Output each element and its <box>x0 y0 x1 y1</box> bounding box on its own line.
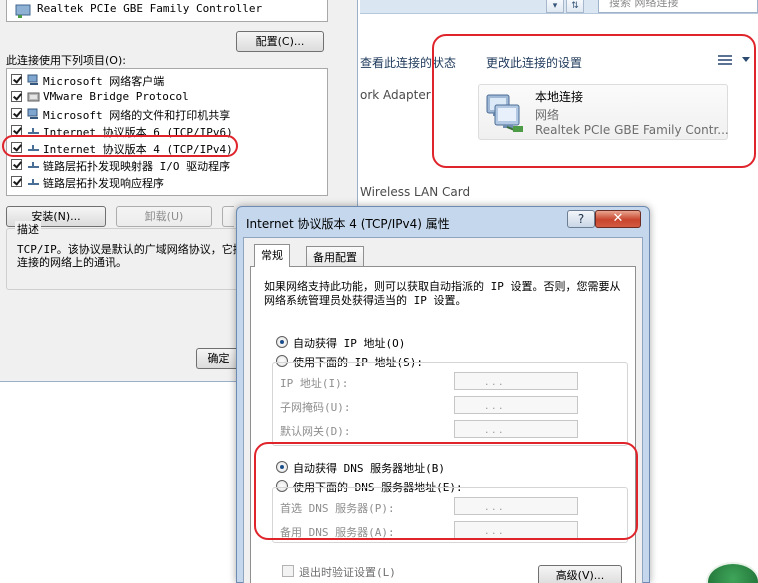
client-icon <box>27 74 38 85</box>
device-box: Realtek PCIe GBE Family Controller <box>6 0 328 22</box>
description-title: 描述 <box>15 221 41 237</box>
adapter-label: ork Adapter <box>360 88 431 102</box>
dropdown-icon[interactable]: ▾ <box>546 0 564 13</box>
intro-text: 如果网络支持此功能，则可以获取自动指派的 IP 设置。否则，您需要从网络系统管理… <box>264 280 621 307</box>
ok-button[interactable]: 确定 <box>196 348 240 369</box>
items-label: 此连接使用下列项目(O): <box>6 54 126 67</box>
items-list[interactable]: Microsoft 网络客户端 VMware Bridge Protocol M… <box>6 68 328 196</box>
checkbox-checked[interactable] <box>11 74 22 85</box>
list-item[interactable]: Microsoft 网络的文件和打印机共享 <box>11 105 321 122</box>
checkbox-checked[interactable] <box>11 108 22 119</box>
list-item[interactable]: 链路层拓扑发现响应程序 <box>11 173 321 190</box>
highlight-oval-settings <box>432 34 756 168</box>
tab-general[interactable]: 常规 <box>254 244 290 267</box>
tab-alternate[interactable]: 备用配置 <box>306 246 364 266</box>
list-item[interactable]: Microsoft 网络客户端 <box>11 71 321 88</box>
auto-ip-radio[interactable]: 自动获得 IP 地址(O) <box>276 335 476 350</box>
search-input[interactable]: 搜索 网络连接 <box>598 0 758 13</box>
checkbox-checked[interactable] <box>11 159 22 170</box>
protocol-icon <box>28 162 39 168</box>
close-button[interactable]: ✕ <box>595 210 641 228</box>
checkbox-unchecked[interactable] <box>282 565 294 577</box>
properties-button-partial[interactable] <box>222 206 234 227</box>
protocol-icon <box>28 179 39 185</box>
ip-address-label: IP 地址(I): <box>280 377 349 390</box>
network-card-icon <box>15 4 31 18</box>
highlight-oval-ipv4 <box>2 135 238 157</box>
help-button[interactable]: ? <box>567 210 595 228</box>
highlight-oval-dns <box>254 442 638 540</box>
device-name: Realtek PCIe GBE Family Controller <box>37 2 263 15</box>
configure-button[interactable]: 配置(C)... <box>236 31 324 52</box>
radio-selected[interactable] <box>276 336 288 348</box>
uninstall-button[interactable]: 卸载(U) <box>116 206 212 227</box>
ip-address-input[interactable]: . . . <box>454 372 578 390</box>
subnet-mask-label: 子网掩码(U): <box>280 401 351 414</box>
gateway-label: 默认网关(D): <box>280 425 351 438</box>
explorer-address-bar: ▾ ⇅ 搜索 网络连接 <box>360 0 758 14</box>
refresh-icon[interactable]: ⇅ <box>566 0 584 13</box>
validate-on-exit-checkbox[interactable]: 退出时验证设置(L) <box>282 564 442 579</box>
protocol-icon <box>27 92 40 102</box>
file-share-icon <box>27 108 38 119</box>
gateway-input[interactable]: . . . <box>454 420 578 438</box>
list-item[interactable]: VMware Bridge Protocol <box>11 88 321 105</box>
checkbox-checked[interactable] <box>11 91 22 102</box>
wireless-adapter-label[interactable]: Wireless LAN Card <box>360 185 470 199</box>
list-item[interactable]: 链路层拓扑发现映射器 I/O 驱动程序 <box>11 156 321 173</box>
advanced-button[interactable]: 高级(V)... <box>538 565 622 583</box>
dialog-title: Internet 协议版本 4 (TCP/IPv4) 属性 <box>246 217 450 231</box>
checkbox-checked[interactable] <box>11 176 22 187</box>
subnet-mask-input[interactable]: . . . <box>454 396 578 414</box>
